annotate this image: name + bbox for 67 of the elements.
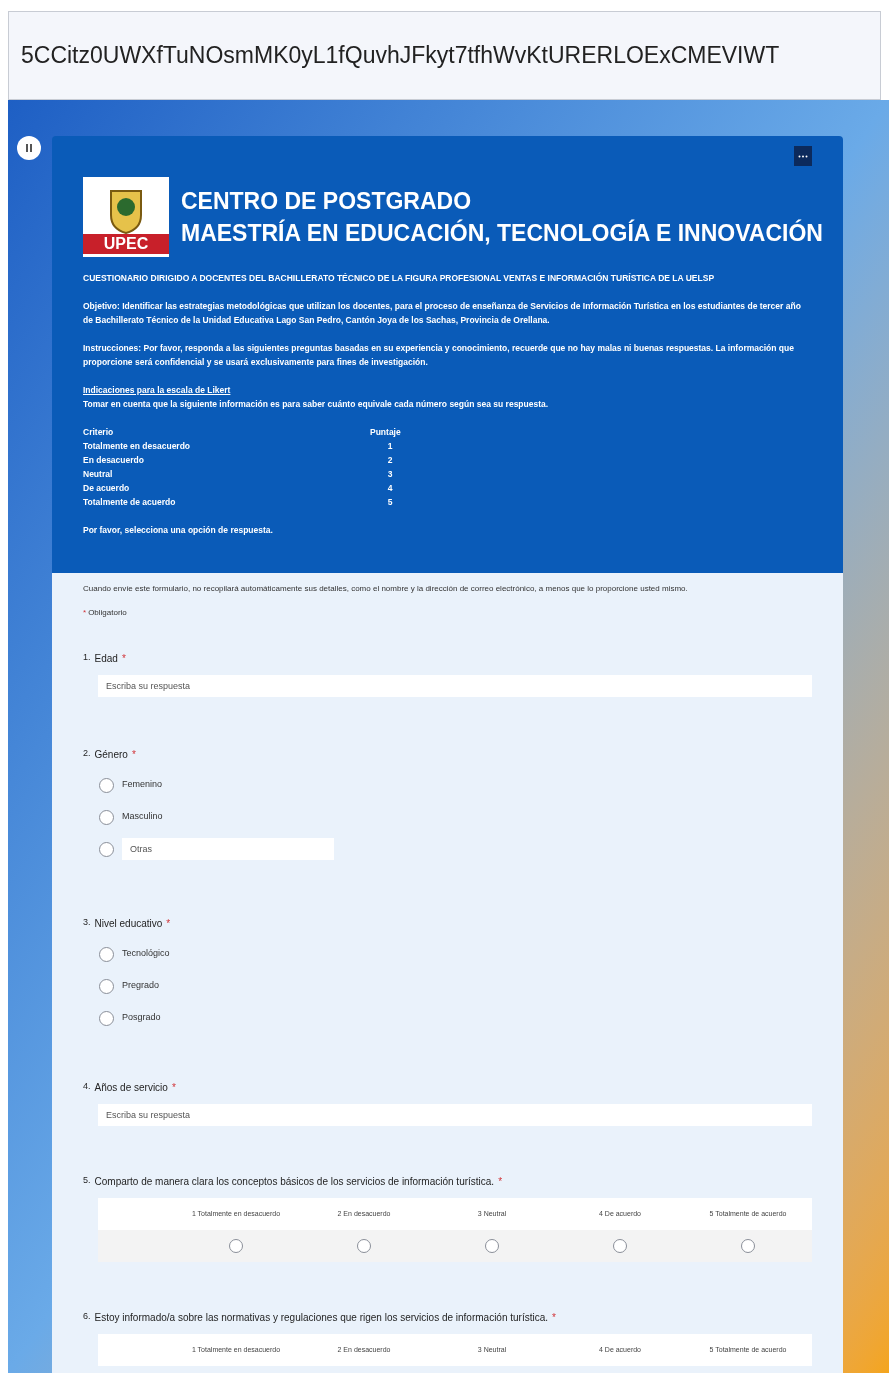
answer-field[interactable]: Escriba su respuesta (98, 1104, 812, 1126)
option-label: Masculino (122, 810, 163, 824)
question-label: Años de servicio (94, 1081, 168, 1095)
scale-cell-text: Totalmente de acuerdo (83, 496, 177, 509)
scale-note: Tomar en cuenta que la siguiente información es para saber cuánto equivale cada número según sea su respuesta. (83, 398, 550, 411)
form-title: CENTRO DE POSTGRADO (181, 187, 473, 216)
address-text: 5CCitz0UWXfTuNOsmMK0yL1fQuvhJFkyt7tfhWvKtURERLOExCMEVIWT (21, 41, 780, 71)
other-field[interactable]: Otras (122, 838, 334, 860)
scale-cell-text: En desacuerdo (83, 454, 145, 467)
option-label: Femenino (122, 778, 163, 792)
address-bar[interactable]: 5CCitz0UWXfTuNOsmMK0yL1fQuvhJFkyt7tfhWvKtURERLOExCMEVIWT (8, 10, 881, 100)
required-mark: * (171, 1081, 176, 1095)
radio-button[interactable] (741, 1239, 755, 1253)
question-number: 6. (83, 1310, 91, 1323)
question-number: 5. (83, 1174, 91, 1187)
scale-cell-text: 2 (386, 454, 394, 467)
question-label: Edad (94, 652, 118, 666)
question-label: Estoy informado/a sobre las normativas y regulaciones que rigen los servicios de información turística. (94, 1311, 549, 1325)
privacy-note: Cuando envíe este formulario, no recopilará automáticamente sus detalles, como el nombre y la dirección de correo electrónico, a menos que lo proporcione usted mismo. (83, 583, 689, 595)
more-icon (798, 154, 808, 158)
radio-button[interactable] (99, 946, 114, 962)
scale-cell-text: 4 (386, 482, 394, 495)
radio-button[interactable] (485, 1239, 499, 1253)
question-number: 4. (83, 1080, 91, 1093)
question-number: 2. (83, 747, 91, 760)
required-mark: * (131, 748, 136, 762)
questionnaire-heading: CUESTIONARIO DIRIGIDO A DOCENTES DEL BACHILLERATO TÉCNICO DE LA FIGURA PROFESIONAL VENTAS E INFORMACIÓN TURÍSTICA DE LA UELSP (83, 271, 716, 285)
closing-note: Por favor, selecciona una opción de respuesta. (83, 524, 274, 537)
question-label: Comparto de manera clara los conceptos básicos de los servicios de información turística. (94, 1175, 495, 1189)
scale-cell-text: Totalmente en desacuerdo (83, 440, 192, 453)
scale-cell-text: 3 (386, 468, 394, 481)
radio-button[interactable] (99, 841, 114, 857)
question-number: 1. (83, 651, 91, 664)
required-mark: * (552, 1311, 556, 1325)
intro-paragraph: Instrucciones: Por favor, responda a las siguientes preguntas basadas en su experiencia y conocimiento, recuerde que no hay malas ni buenas respuestas. La información que proporcione será confidencial y se usará exclusivamente para fines de investigación. (83, 342, 795, 369)
radio-button[interactable] (229, 1239, 243, 1253)
radio-button[interactable] (99, 978, 114, 994)
option-label: Posgrado (122, 1011, 161, 1025)
scale-cell-text: Neutral (83, 468, 114, 481)
scale-cell-text: 1 (386, 440, 394, 453)
question-number: 3. (83, 916, 91, 929)
logo-text: UPEC (83, 234, 169, 254)
scale-cell-text: 5 (386, 496, 394, 509)
form-title: MAESTRÍA EN EDUCACIÓN, TECNOLOGÍA E INNOVACIÓN (181, 218, 823, 248)
scale-column-header: Puntaje (370, 426, 402, 439)
question-label: Nivel educativo (94, 917, 163, 931)
more-options-button[interactable] (794, 146, 812, 166)
scale-cell-text: De acuerdo (83, 482, 131, 495)
radio-button[interactable] (613, 1239, 627, 1253)
radio-button[interactable] (99, 809, 114, 825)
required-legend: Obligatorio (88, 607, 127, 619)
option-label: Tecnológico (122, 947, 170, 961)
scale-title: Indicaciones para la escala de Likert (83, 384, 232, 397)
required-mark: * (166, 917, 171, 931)
required-mark: * (83, 607, 87, 619)
required-mark: * (498, 1175, 503, 1189)
radio-button[interactable] (357, 1239, 371, 1253)
intro-paragraph: Objetivo: Identificar las estrategias metodológicas que utilizan los docentes, para el proceso de enseñanza de Servicios de Información Turística en los estudiantes de tercer año de Bachillerato Técnico de la Unidad Educativa Lago San Pedro, Cantón Joya de los Sachas, Provincia de Orellana. (83, 300, 802, 327)
radio-button[interactable] (99, 777, 114, 793)
question-label: Género (94, 748, 128, 762)
required-mark: * (121, 652, 126, 666)
radio-button[interactable] (99, 1010, 114, 1026)
answer-field[interactable]: Escriba su respuesta (98, 675, 812, 697)
shield-emblem-icon (110, 190, 142, 234)
pause-icon[interactable] (17, 136, 41, 160)
scale-column-header: Criterio (83, 426, 115, 439)
option-label: Pregrado (122, 979, 160, 993)
